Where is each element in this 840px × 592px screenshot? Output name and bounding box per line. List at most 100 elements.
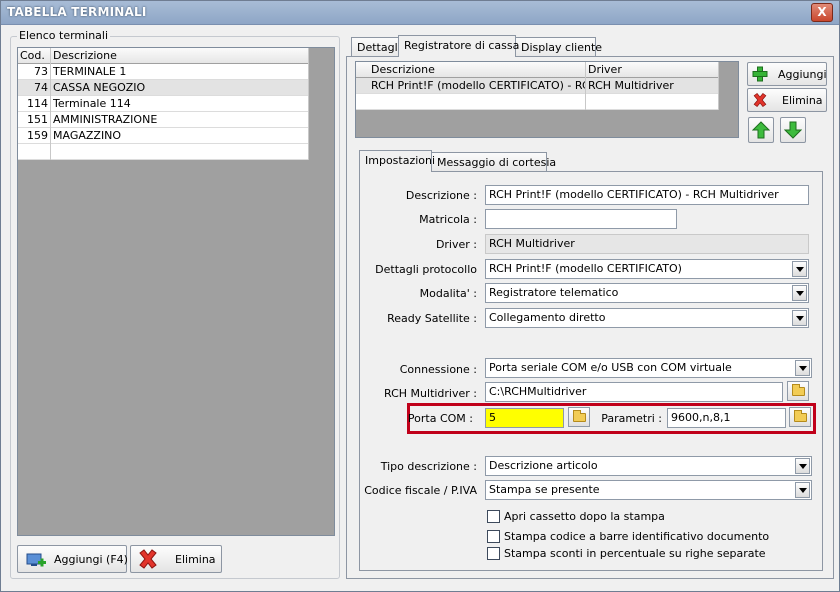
table-row[interactable] [356, 94, 719, 110]
driver-field: RCH Multidriver [485, 234, 809, 254]
tab-registratore-di-cassa[interactable]: Registratore di cassa [398, 35, 520, 57]
tab-display-cliente[interactable]: Display cliente [515, 37, 602, 57]
modalita-select[interactable]: Registratore telematico [485, 283, 809, 303]
chevron-down-icon[interactable] [792, 310, 807, 326]
terminals-grid-header: Cod. Descrizione [18, 48, 309, 64]
close-button[interactable]: X [811, 3, 833, 22]
delete-driver-button[interactable]: Elimina [747, 88, 827, 112]
table-row[interactable]: 73 TERMINALE 1 [18, 64, 309, 80]
ready-satellite-label: Ready Satellite : [387, 312, 477, 325]
table-row[interactable]: 114 Terminale 114 [18, 96, 309, 112]
driver-label: Driver : [435, 238, 477, 251]
chevron-down-icon[interactable] [795, 360, 810, 376]
tipo-descrizione-value: Descrizione articolo [489, 459, 598, 472]
terminals-group-label: Elenco terminali [17, 29, 111, 42]
terminals-grid[interactable]: Cod. Descrizione 73 TERMINALE 1 74 CASSA… [17, 47, 335, 536]
add-terminal-label: Aggiungi (F4) [54, 553, 128, 566]
parametri-browse-button[interactable] [789, 407, 811, 427]
protocollo-select[interactable]: RCH Print!F (modello CERTIFICATO) [485, 259, 809, 279]
move-up-button[interactable] [748, 117, 774, 143]
rch-multidriver-label: RCH Multidriver : [384, 387, 477, 400]
cell-code [18, 144, 51, 160]
porta-com-browse-button[interactable] [568, 407, 590, 427]
rch-multidriver-path-field[interactable]: C:\RCHMultidriver [485, 382, 783, 402]
tipo-descrizione-select[interactable]: Descrizione articolo [485, 456, 812, 476]
cell-desc: AMMINISTRAZIONE [51, 112, 309, 128]
stampa-sconti-label: Stampa sconti in percentuale su righe se… [504, 547, 766, 560]
tab-messaggio-di-cortesia[interactable]: Messaggio di cortesia [431, 152, 556, 172]
connessione-select[interactable]: Porta seriale COM e/o USB con COM virtua… [485, 358, 812, 378]
codice-fiscale-select[interactable]: Stampa se presente [485, 480, 812, 500]
cell-desc: CASSA NEGOZIO [51, 80, 309, 96]
plus-icon [752, 66, 768, 85]
delete-terminal-button[interactable]: Elimina [130, 545, 222, 573]
cell-desc: MAGAZZINO [51, 128, 309, 144]
descrizione-label: Descrizione : [405, 189, 477, 202]
add-driver-label: Aggiungi [778, 68, 827, 81]
tab-registratore-label: Registratore di cassa [404, 39, 520, 52]
porta-com-label: Porta COM : [407, 412, 473, 425]
delete-x-icon [752, 92, 768, 111]
folder-icon [794, 410, 807, 422]
cell-code: 114 [18, 96, 51, 112]
descrizione-field[interactable]: RCH Print!F (modello CERTIFICATO) - RCH … [485, 185, 809, 205]
table-row[interactable]: 159 MAGAZZINO [18, 128, 309, 144]
chevron-down-icon[interactable] [792, 285, 807, 301]
ready-satellite-select[interactable]: Collegamento diretto [485, 308, 809, 328]
delete-driver-label: Elimina [782, 94, 823, 107]
cell-desc [51, 144, 309, 160]
cell-code: 151 [18, 112, 51, 128]
matricola-field[interactable] [485, 209, 677, 229]
cell-desc: RCH Print!F (modello CERTIFICATO) - RC..… [371, 78, 586, 94]
column-header-driver[interactable]: Driver [586, 62, 719, 78]
parametri-field[interactable]: 9600,n,8,1 [667, 408, 786, 428]
chevron-down-icon[interactable] [792, 261, 807, 277]
checkbox-box[interactable] [487, 530, 500, 543]
checkbox-box[interactable] [487, 510, 500, 523]
chevron-down-icon[interactable] [795, 458, 810, 474]
add-terminal-button[interactable]: Aggiungi (F4) [17, 545, 128, 573]
table-row[interactable] [18, 144, 309, 160]
parametri-label: Parametri : [601, 412, 662, 425]
connessione-value: Porta seriale COM e/o USB con COM virtua… [489, 361, 732, 374]
cell-driver: RCH Multidriver [586, 78, 719, 94]
table-row[interactable]: 151 AMMINISTRAZIONE [18, 112, 309, 128]
codice-fiscale-label: Codice fiscale / P.IVA [364, 484, 477, 497]
column-header-descrizione[interactable]: Descrizione [369, 62, 586, 78]
matricola-label: Matricola : [419, 213, 477, 226]
modalita-label: Modalita' : [419, 287, 477, 300]
cell-code: 159 [18, 128, 51, 144]
add-monitor-icon [26, 553, 46, 567]
protocollo-label: Dettagli protocollo [375, 263, 477, 276]
tab-dettagli[interactable]: Dettagli [351, 37, 401, 57]
drivers-grid[interactable]: Descrizione Driver RCH Print!F (modello … [355, 61, 739, 138]
checkbox-box[interactable] [487, 547, 500, 560]
cell-code: 73 [18, 64, 51, 80]
column-header-cod[interactable]: Cod. [18, 48, 51, 64]
stampa-codice-barre-label: Stampa codice a barre identificativo doc… [504, 530, 770, 543]
delete-terminal-label: Elimina [175, 553, 216, 566]
protocollo-value: RCH Print!F (modello CERTIFICATO) [489, 262, 682, 275]
tab-impostazioni-label: Impostazioni [365, 154, 436, 167]
table-row[interactable]: RCH Print!F (modello CERTIFICATO) - RC..… [356, 78, 719, 94]
cell-desc [369, 94, 586, 110]
tab-dettagli-label: Dettagli [357, 41, 401, 54]
window: TABELLA TERMINALI X Elenco terminali Cod… [0, 0, 840, 592]
delete-x-icon [137, 548, 159, 573]
tipo-descrizione-label: Tipo descrizione : [380, 460, 477, 473]
modalita-value: Registratore telematico [489, 286, 619, 299]
multidriver-browse-button[interactable] [787, 381, 809, 401]
table-row[interactable]: 74 CASSA NEGOZIO [18, 80, 309, 96]
porta-com-field[interactable]: 5 [485, 408, 564, 428]
add-driver-button[interactable]: Aggiungi [747, 62, 827, 86]
ready-satellite-value: Collegamento diretto [489, 311, 606, 324]
cell-desc: Terminale 114 [51, 96, 309, 112]
chevron-down-icon[interactable] [795, 482, 810, 498]
tab-impostazioni[interactable]: Impostazioni [359, 150, 436, 172]
arrow-up-icon [751, 121, 771, 142]
apri-cassetto-label: Apri cassetto dopo la stampa [504, 510, 665, 523]
folder-icon [573, 410, 586, 422]
cell-driver [586, 94, 719, 110]
move-down-button[interactable] [780, 117, 806, 143]
column-header-descrizione[interactable]: Descrizione [51, 48, 309, 64]
